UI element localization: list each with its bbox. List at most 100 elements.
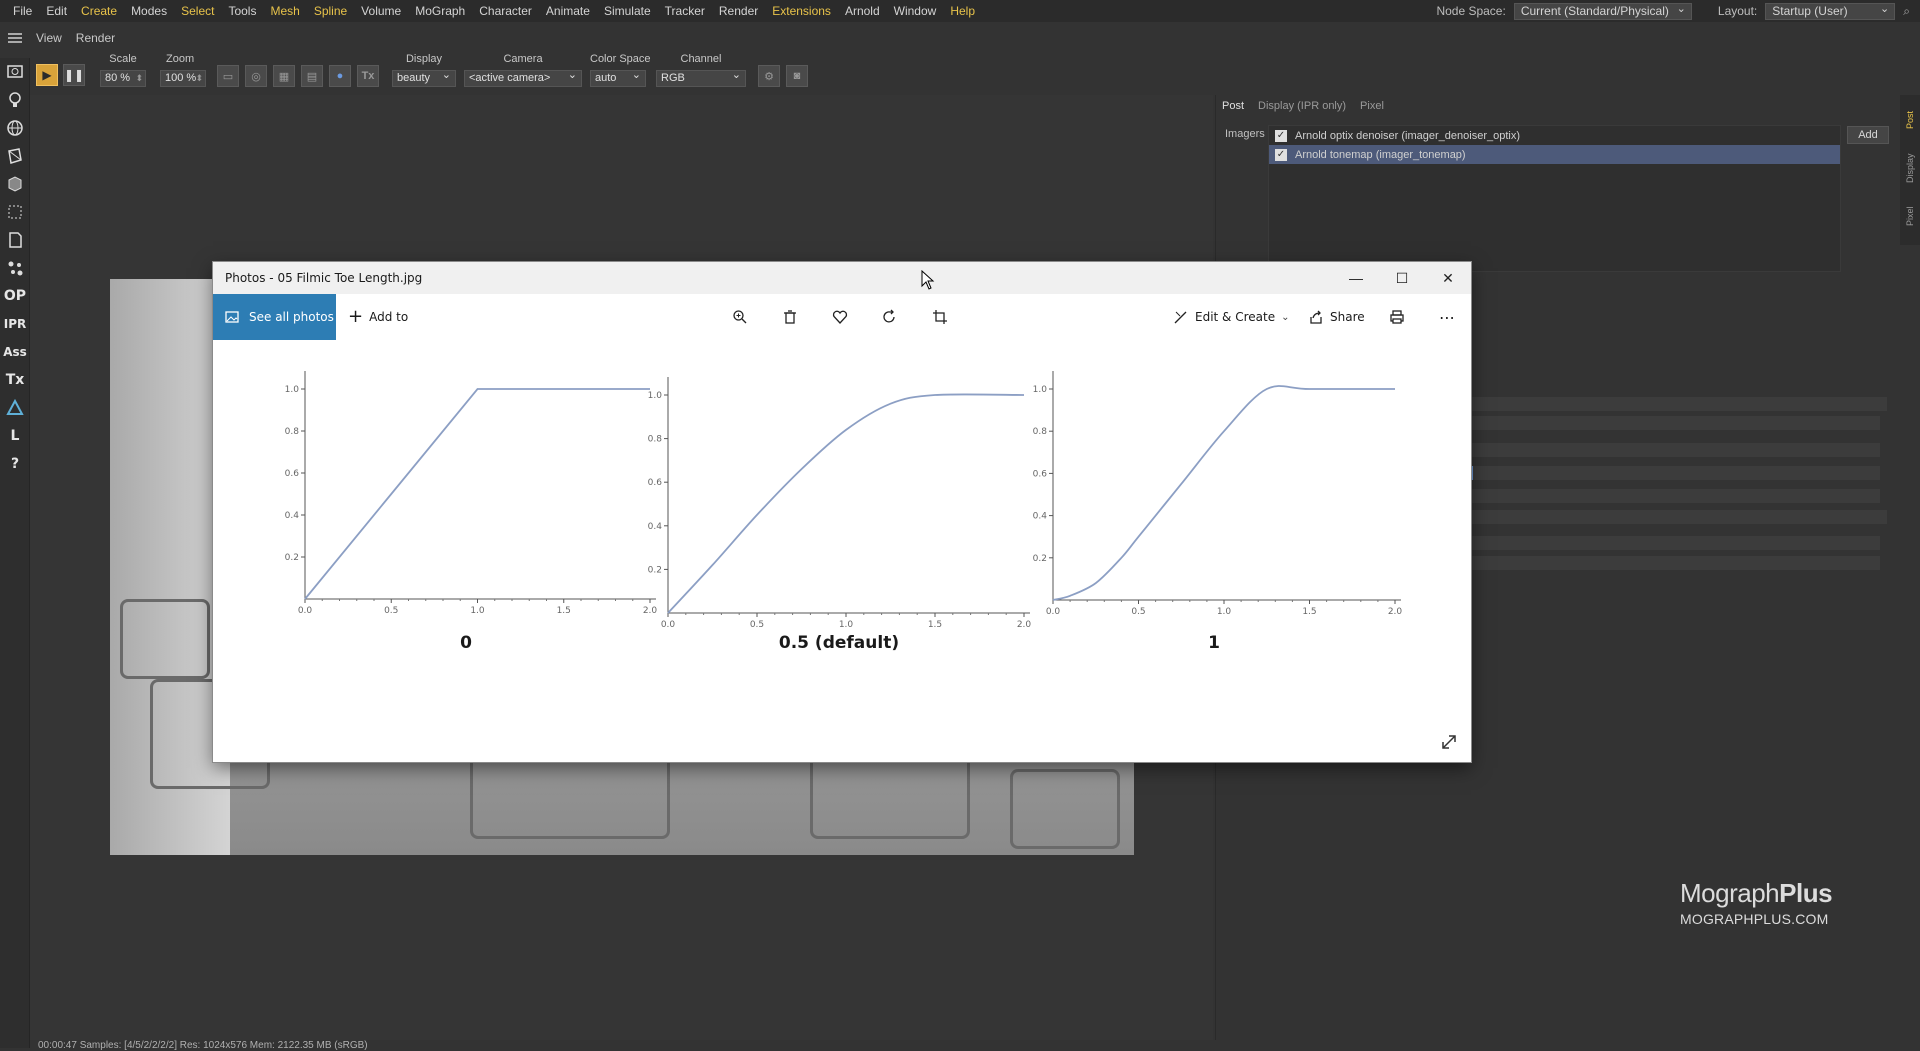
menu-window[interactable]: Window — [887, 4, 944, 18]
y-tick-label: 0.6 — [648, 478, 663, 488]
crop-icon[interactable] — [932, 294, 948, 340]
favorite-heart-icon[interactable] — [832, 294, 848, 340]
zoom-input[interactable]: 100 % — [160, 70, 206, 87]
menu-tools[interactable]: Tools — [221, 4, 263, 18]
imager-row[interactable]: ✓ Arnold optix denoiser (imager_denoiser… — [1269, 126, 1840, 145]
menu-mograph[interactable]: MoGraph — [408, 4, 472, 18]
tab-display-ipr[interactable]: Display (IPR only) — [1258, 100, 1346, 112]
x-tick-label: 0.5 — [1131, 607, 1145, 617]
edit-create-button[interactable]: Edit & Create ⌄ — [1173, 294, 1290, 340]
main-menubar: File Edit Create Modes Select Tools Mesh… — [0, 0, 1920, 22]
channel-dropdown[interactable]: RGB — [656, 68, 746, 87]
menu-extensions[interactable]: Extensions — [765, 4, 838, 18]
photo-gallery-icon — [225, 311, 239, 323]
menu-file[interactable]: File — [6, 4, 39, 18]
channel-field: Channel RGB — [656, 52, 746, 87]
add-imager-button[interactable]: Add — [1847, 126, 1889, 144]
tab-pixel[interactable]: Pixel — [1360, 100, 1384, 112]
tool-ipr[interactable]: IPR — [3, 312, 27, 336]
tool-ass[interactable]: Ass — [3, 340, 27, 364]
photos-titlebar[interactable]: Photos - 05 Filmic Toe Length.jpg — ☐ ✕ — [213, 262, 1471, 294]
zoom-icon[interactable] — [732, 294, 748, 340]
menu-arnold[interactable]: Arnold — [838, 4, 887, 18]
x-tick-label: 2.0 — [1388, 607, 1403, 617]
display-dropdown[interactable]: beauty — [392, 68, 456, 87]
snapshot-camera-icon[interactable]: ◙ — [786, 65, 808, 87]
menu-character[interactable]: Character — [472, 4, 539, 18]
render-menu[interactable]: Render — [76, 31, 115, 45]
pause-render-button[interactable]: ❚❚ — [63, 64, 85, 86]
share-icon — [1310, 310, 1322, 324]
close-icon[interactable]: ✕ — [1425, 262, 1471, 294]
menu-mesh[interactable]: Mesh — [263, 4, 306, 18]
rotate-icon[interactable] — [882, 294, 898, 340]
tool-license[interactable]: L — [3, 424, 27, 448]
view-menu[interactable]: View — [36, 31, 62, 45]
display-mode-5-icon[interactable]: ● — [329, 65, 351, 87]
skydome-icon[interactable] — [3, 116, 27, 140]
colorspace-field: Color Space auto — [590, 52, 651, 87]
node-space-dropdown[interactable]: Current (Standard/Physical) — [1513, 2, 1692, 20]
menu-create[interactable]: Create — [74, 4, 124, 18]
menu-tracker[interactable]: Tracker — [658, 4, 712, 18]
settings-gear-icon[interactable]: ⚙ — [758, 65, 780, 87]
display-mode-2-icon[interactable]: ◎ — [245, 65, 267, 87]
delete-trash-icon[interactable] — [782, 294, 798, 340]
tool-op[interactable]: OP — [3, 284, 27, 308]
more-options-icon[interactable]: ⋯ — [1439, 294, 1456, 340]
imagers-list: ✓ Arnold optix denoiser (imager_denoiser… — [1268, 125, 1841, 272]
imager-checkbox[interactable]: ✓ — [1275, 129, 1287, 142]
hamburger-menu-icon[interactable] — [8, 33, 22, 43]
print-icon[interactable] — [1389, 294, 1405, 340]
menu-animate[interactable]: Animate — [539, 4, 597, 18]
menu-select[interactable]: Select — [174, 4, 221, 18]
x-tick-label: 0.5 — [384, 606, 398, 616]
y-tick-label: 1.0 — [285, 385, 300, 395]
side-tab-display[interactable]: Display — [1905, 145, 1915, 191]
brand-url: MOGRAPHPLUS.COM — [1680, 911, 1829, 927]
volume-icon[interactable] — [3, 200, 27, 224]
slider-handle[interactable] — [1471, 466, 1474, 480]
display-mode-3-icon[interactable]: ▦ — [273, 65, 295, 87]
render-view-icon[interactable] — [3, 60, 27, 84]
imager-checkbox[interactable]: ✓ — [1275, 148, 1287, 161]
procedural-icon[interactable] — [3, 228, 27, 252]
menu-modes[interactable]: Modes — [124, 4, 174, 18]
menu-spline[interactable]: Spline — [307, 4, 354, 18]
particles-icon[interactable] — [3, 256, 27, 280]
maximize-icon[interactable]: ☐ — [1379, 262, 1425, 294]
menu-help[interactable]: Help — [943, 4, 982, 18]
colorspace-dropdown[interactable]: auto — [590, 68, 646, 87]
see-all-photos-button[interactable]: See all photos — [213, 294, 336, 340]
camera-dropdown[interactable]: <active camera> — [464, 68, 582, 87]
x-tick-label: 1.5 — [557, 606, 571, 616]
display-mode-4-icon[interactable]: ▤ — [301, 65, 323, 87]
display-mode-tx[interactable]: Tx — [357, 65, 379, 87]
tool-tx[interactable]: Tx — [3, 368, 27, 392]
imager-label: Arnold optix denoiser (imager_denoiser_o… — [1295, 129, 1521, 142]
expand-fullscreen-icon[interactable] — [1439, 732, 1459, 752]
light-bulb-icon[interactable] — [3, 88, 27, 112]
scale-input[interactable]: 80 % — [100, 70, 146, 87]
minimize-icon[interactable]: — — [1333, 262, 1379, 294]
search-icon[interactable]: ⌕ — [1903, 4, 1910, 19]
side-tab-pixel[interactable]: Pixel — [1905, 193, 1915, 239]
mesh-light-icon[interactable] — [3, 144, 27, 168]
imager-row[interactable]: ✓ Arnold tonemap (imager_tonemap) — [1269, 145, 1840, 164]
add-to-button[interactable]: + Add to — [348, 294, 408, 340]
layout-dropdown[interactable]: Startup (User) — [1765, 2, 1896, 20]
tab-post[interactable]: Post — [1222, 100, 1244, 112]
tool-help[interactable]: ? — [3, 452, 27, 476]
menu-simulate[interactable]: Simulate — [597, 4, 658, 18]
side-tab-post[interactable]: Post — [1905, 97, 1915, 143]
menu-edit[interactable]: Edit — [39, 4, 74, 18]
menu-render[interactable]: Render — [712, 4, 765, 18]
x-tick-label: 2.0 — [643, 606, 658, 616]
arnold-logo-icon[interactable] — [3, 396, 27, 420]
shader-ball-icon[interactable] — [3, 172, 27, 196]
menu-volume[interactable]: Volume — [354, 4, 408, 18]
play-render-button[interactable]: ▶ — [36, 64, 58, 86]
share-button[interactable]: Share — [1308, 294, 1365, 340]
imager-label: Arnold tonemap (imager_tonemap) — [1295, 148, 1466, 161]
display-mode-1-icon[interactable]: ▭ — [217, 65, 239, 87]
